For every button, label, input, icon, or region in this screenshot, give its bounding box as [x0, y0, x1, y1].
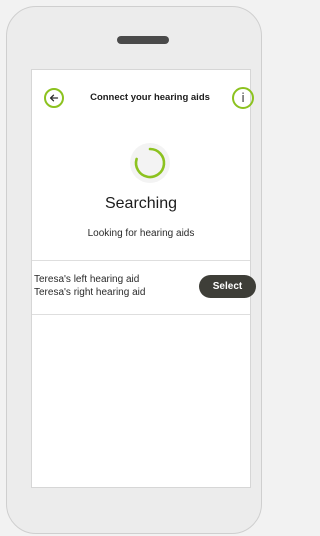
back-button[interactable]	[44, 88, 64, 108]
right-hearing-aid-name: Teresa's right hearing aid	[34, 287, 146, 298]
spinner-ring-icon	[134, 147, 166, 179]
info-icon: i	[241, 91, 245, 105]
device-list-item: Teresa's left hearing aid Teresa's right…	[32, 260, 256, 314]
divider	[32, 314, 250, 315]
app-screen: Connect your hearing aids i Searching Lo…	[31, 69, 256, 488]
arrow-left-icon	[49, 94, 59, 102]
info-button[interactable]: i	[232, 87, 254, 109]
phone-speaker	[117, 36, 169, 44]
select-button[interactable]: Select	[199, 275, 256, 298]
page-title: Connect your hearing aids	[90, 92, 210, 103]
phone-frame: Connect your hearing aids i Searching Lo…	[6, 6, 262, 534]
header-bar: Connect your hearing aids i	[32, 70, 254, 126]
status-title: Searching	[104, 195, 178, 212]
loading-spinner	[130, 143, 170, 183]
status-subtitle: Looking for hearing aids	[87, 228, 195, 239]
left-hearing-aid-name: Teresa's left hearing aid	[34, 274, 140, 285]
